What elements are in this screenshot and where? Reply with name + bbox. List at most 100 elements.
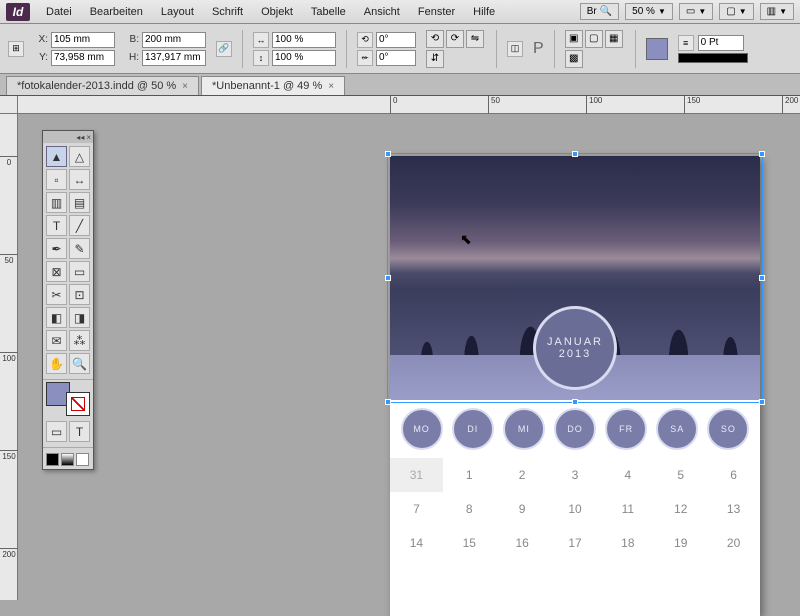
vertical-ruler[interactable]: 0 50 100 150 200	[0, 114, 18, 600]
fill-swatch[interactable]	[646, 38, 668, 60]
shear-input[interactable]	[376, 50, 416, 66]
menu-objekt[interactable]: Objekt	[253, 3, 301, 21]
fit-frame-button[interactable]: ▢	[585, 30, 603, 48]
pencil-tool[interactable]: ✎	[69, 238, 90, 259]
screen-mode-button[interactable]: ▢▼	[719, 3, 753, 20]
calendar-cell: 15	[443, 526, 496, 560]
reference-point-icon[interactable]: ⊞	[8, 41, 24, 57]
weekday-cell: SO	[707, 408, 749, 450]
zoom-tool[interactable]: 🔍	[69, 353, 90, 374]
close-icon[interactable]: ×	[182, 81, 188, 92]
w-label: B:	[125, 34, 139, 45]
formatting-container-button[interactable]: ▭	[46, 421, 67, 442]
content-collector-tool[interactable]: ▥	[46, 192, 67, 213]
ruler-tick: 100	[586, 96, 602, 114]
panel-titlebar[interactable]: ◂◂×	[43, 131, 93, 143]
gradient-swatch-tool[interactable]: ◧	[46, 307, 67, 328]
close-icon[interactable]: ×	[328, 81, 334, 92]
weekday-cell: FR	[605, 408, 647, 450]
gap-tool[interactable]: ↔	[69, 169, 90, 190]
hand-tool[interactable]: ✋	[46, 353, 67, 374]
calendar-cell: 17	[549, 526, 602, 560]
calendar-grid: 31 1 2 3 4 5 6 7 8 9 10 11 12 13 14 15 1…	[390, 458, 760, 560]
rotate-input[interactable]	[376, 32, 416, 48]
page-tool[interactable]: ▫	[46, 169, 67, 190]
view-options-button[interactable]: ▭▼	[679, 3, 713, 20]
calendar-cell: 2	[496, 458, 549, 492]
width-input[interactable]	[142, 32, 206, 48]
flip-h-button[interactable]: ⇋	[466, 30, 484, 48]
menu-schrift[interactable]: Schrift	[204, 3, 251, 21]
fill-stroke-proxy[interactable]	[46, 382, 90, 416]
stroke-proxy[interactable]	[66, 392, 90, 416]
close-icon[interactable]: ×	[86, 133, 91, 142]
calendar-cell: 5	[654, 458, 707, 492]
menu-tabelle[interactable]: Tabelle	[303, 3, 354, 21]
free-transform-tool[interactable]: ⊡	[69, 284, 90, 305]
gradient-feather-tool[interactable]: ◨	[69, 307, 90, 328]
pen-tool[interactable]: ✒	[46, 238, 67, 259]
fill-frame-button[interactable]: ▩	[565, 50, 583, 68]
constrain-proportions-icon[interactable]: 🔗	[216, 41, 232, 57]
ruler-tick: 0	[0, 156, 18, 167]
weekday-cell: DO	[554, 408, 596, 450]
eyedropper-tool[interactable]: ⁂	[69, 330, 90, 351]
rotate-cw-button[interactable]: ⟳	[446, 30, 464, 48]
menu-layout[interactable]: Layout	[153, 3, 202, 21]
menu-fenster[interactable]: Fenster	[410, 3, 463, 21]
calendar-cell: 10	[549, 492, 602, 526]
stroke-style-dropdown[interactable]	[678, 53, 748, 63]
note-tool[interactable]: ✉	[46, 330, 67, 351]
calendar-photo-frame[interactable]: JANUAR 2013	[390, 156, 760, 400]
direct-selection-tool[interactable]: △	[69, 146, 90, 167]
weekday-cell: DI	[452, 408, 494, 450]
rectangle-tool[interactable]: ▭	[69, 261, 90, 282]
flip-v-button[interactable]: ⇵	[426, 50, 444, 68]
arrange-button[interactable]: ▥▼	[760, 3, 794, 20]
scale-y-icon: ↕	[253, 50, 269, 66]
horizontal-ruler[interactable]: 0 50 100 150 200	[18, 96, 800, 114]
rotate-ccw-button[interactable]: ⟲	[426, 30, 444, 48]
calendar-cell: 8	[443, 492, 496, 526]
menu-hilfe[interactable]: Hilfe	[465, 3, 503, 21]
menu-bearbeiten[interactable]: Bearbeiten	[82, 3, 151, 21]
select-container-button[interactable]: ◫	[507, 41, 523, 57]
rectangle-frame-tool[interactable]: ⊠	[46, 261, 67, 282]
ruler-origin[interactable]	[0, 96, 18, 114]
apply-gradient-button[interactable]	[61, 453, 74, 466]
type-tool[interactable]: T	[46, 215, 67, 236]
ruler-tick: 150	[0, 450, 18, 461]
center-content-button[interactable]: ▦	[605, 30, 623, 48]
menu-ansicht[interactable]: Ansicht	[356, 3, 408, 21]
scale-y-input[interactable]	[272, 50, 336, 66]
collapse-icon[interactable]: ◂◂	[76, 133, 84, 142]
apply-none-button[interactable]	[76, 453, 89, 466]
formatting-text-button[interactable]: T	[69, 421, 90, 442]
doc-tab-0[interactable]: *fotokalender-2013.indd @ 50 %×	[6, 76, 199, 95]
fit-content-button[interactable]: ▣	[565, 30, 583, 48]
fitting-cluster: ▣ ▢ ▦ ▩	[565, 30, 625, 68]
zoom-level-dropdown[interactable]: 50 %▼	[625, 3, 673, 20]
menu-bar: Id Datei Bearbeiten Layout Schrift Objek…	[0, 0, 800, 24]
y-input[interactable]	[51, 50, 115, 66]
month-badge[interactable]: JANUAR 2013	[533, 306, 617, 390]
menu-datei[interactable]: Datei	[38, 3, 80, 21]
ruler-tick: 0	[390, 96, 397, 114]
height-input[interactable]	[142, 50, 206, 66]
calendar-cell: 20	[707, 526, 760, 560]
calendar-cell: 13	[707, 492, 760, 526]
doc-tab-1[interactable]: *Unbenannt-1 @ 49 %×	[201, 76, 345, 95]
document-page[interactable]: JANUAR 2013 MO DI MI DO FR SA SO 31 1 2	[390, 156, 760, 616]
scissors-tool[interactable]: ✂	[46, 284, 67, 305]
stroke-weight-input[interactable]	[698, 35, 744, 51]
bridge-button[interactable]: Br🔍	[580, 3, 619, 20]
apply-color-button[interactable]	[46, 453, 59, 466]
line-tool[interactable]: ╱	[69, 215, 90, 236]
content-placer-tool[interactable]: ▤	[69, 192, 90, 213]
calendar-cell: 18	[601, 526, 654, 560]
year-label: 2013	[559, 348, 591, 360]
h-label: H:	[125, 52, 139, 63]
x-input[interactable]	[51, 32, 115, 48]
selection-tool[interactable]: ▲	[46, 146, 67, 167]
scale-x-input[interactable]	[272, 32, 336, 48]
